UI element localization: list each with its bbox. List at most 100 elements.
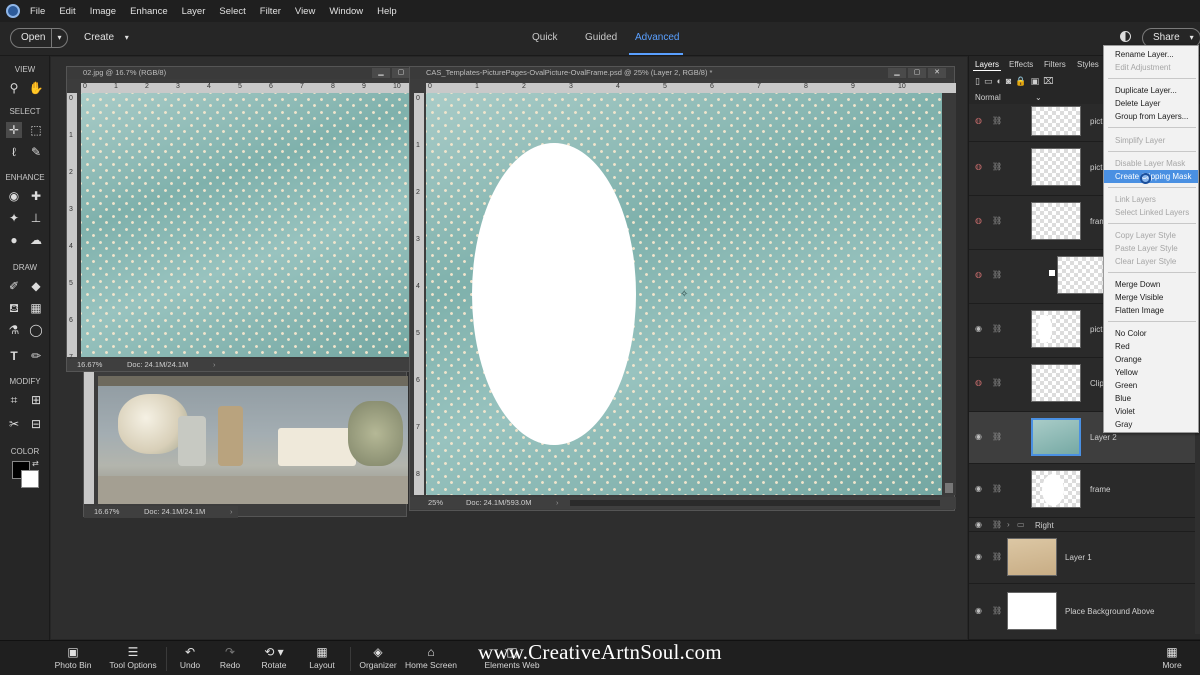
recompose-tool-icon[interactable]: ⊞ bbox=[28, 392, 44, 408]
menu-item-violet[interactable]: Violet bbox=[1104, 405, 1198, 418]
menu-item-blue[interactable]: Blue bbox=[1104, 392, 1198, 405]
zoom-level[interactable]: 16.67% bbox=[94, 506, 119, 518]
spot-healing-tool-icon[interactable]: ✚ bbox=[28, 188, 44, 204]
adjustment-icon[interactable]: ◐ bbox=[996, 76, 1005, 86]
organizer-button[interactable]: ◈ Organizer bbox=[358, 645, 398, 670]
hidden-eye-icon[interactable]: ◍ bbox=[975, 216, 982, 225]
eye-icon[interactable]: ◉ bbox=[975, 324, 982, 333]
link-icon[interactable]: ⛓ bbox=[992, 606, 1002, 615]
menu-item-merge-down[interactable]: Merge Down bbox=[1104, 278, 1198, 291]
mask-icon[interactable]: ◙ bbox=[1006, 76, 1015, 86]
menu-filter[interactable]: Filter bbox=[260, 6, 281, 17]
menu-item-orange[interactable]: Orange bbox=[1104, 353, 1198, 366]
menu-item-clear-layer-style[interactable]: Clear Layer Style bbox=[1104, 255, 1198, 268]
chevron-down-icon[interactable]: ▾ bbox=[51, 29, 61, 47]
home-screen-button[interactable]: ⌂ Home Screen bbox=[404, 645, 458, 670]
move-tool-icon[interactable]: ✛ bbox=[6, 122, 22, 138]
link-icon[interactable]: ⛓ bbox=[992, 552, 1002, 561]
lasso-tool-icon[interactable]: ℓ bbox=[6, 144, 22, 160]
eyedropper-tool-icon[interactable]: ⚗ bbox=[6, 322, 22, 338]
tab-styles[interactable]: Styles bbox=[1077, 60, 1099, 69]
minimize-button[interactable]: ▁ bbox=[888, 68, 906, 78]
close-button[interactable]: ✕ bbox=[928, 68, 946, 78]
image-canvas[interactable]: ✧ bbox=[426, 93, 942, 495]
layer-row[interactable]: ◉ ⛓ frame bbox=[969, 464, 1200, 518]
pencil-tool-icon[interactable]: ✏ bbox=[28, 348, 44, 364]
tab-effects[interactable]: Effects bbox=[1009, 60, 1033, 69]
zoom-level[interactable]: 25% bbox=[428, 497, 443, 509]
menu-item-red[interactable]: Red bbox=[1104, 340, 1198, 353]
menu-enhance[interactable]: Enhance bbox=[130, 6, 168, 17]
menu-item-duplicate-layer[interactable]: Duplicate Layer... bbox=[1104, 84, 1198, 97]
undo-button[interactable]: ↶ Undo bbox=[176, 645, 204, 670]
menu-item-disable-layer-mask[interactable]: Disable Layer Mask bbox=[1104, 157, 1198, 170]
tab-layers[interactable]: Layers bbox=[975, 60, 999, 69]
chevron-right-icon[interactable]: › bbox=[1007, 520, 1010, 529]
gradient-tool-icon[interactable]: ▦ bbox=[28, 300, 44, 316]
eye-icon[interactable]: ◉ bbox=[975, 520, 982, 529]
menu-item-copy-layer-style[interactable]: Copy Layer Style bbox=[1104, 229, 1198, 242]
content-aware-move-tool-icon[interactable]: ✂ bbox=[6, 416, 22, 432]
red-eye-tool-icon[interactable]: ◉ bbox=[6, 188, 22, 204]
menu-item-select-linked-layers[interactable]: Select Linked Layers bbox=[1104, 206, 1198, 219]
group-icon[interactable]: ▭ bbox=[984, 76, 997, 86]
hand-tool-icon[interactable]: ✋ bbox=[28, 80, 44, 96]
paint-bucket-tool-icon[interactable]: ⛾ bbox=[6, 300, 22, 316]
horizontal-scrollbar[interactable] bbox=[570, 500, 940, 506]
brush-tool-icon[interactable]: ✐ bbox=[6, 278, 22, 294]
menu-window[interactable]: Window bbox=[329, 6, 363, 17]
shape-tool-icon[interactable]: ◯ bbox=[28, 322, 44, 338]
menu-image[interactable]: Image bbox=[90, 6, 116, 17]
menu-file[interactable]: File bbox=[30, 6, 45, 17]
lock-all-icon[interactable]: ▣ bbox=[1031, 76, 1044, 86]
layer-row[interactable]: ◉ ⛓ Layer 1 bbox=[969, 532, 1200, 584]
menu-item-edit-adjustment[interactable]: Edit Adjustment bbox=[1104, 61, 1198, 74]
layout-button[interactable]: ▦ Layout bbox=[306, 645, 338, 670]
swap-colors-icon[interactable]: ⇄ bbox=[32, 459, 39, 468]
background-color-swatch[interactable] bbox=[21, 470, 39, 488]
eye-icon[interactable]: ◉ bbox=[975, 552, 982, 561]
hidden-eye-icon[interactable]: ◍ bbox=[975, 270, 982, 279]
eye-icon[interactable]: ◉ bbox=[975, 432, 982, 441]
menu-item-delete-layer[interactable]: Delete Layer bbox=[1104, 97, 1198, 110]
document-window-template[interactable]: CAS_Templates-PicturePages-OvalPicture-O… bbox=[409, 66, 956, 511]
menu-item-merge-visible[interactable]: Merge Visible bbox=[1104, 291, 1198, 304]
menu-item-create-clipping-mask[interactable]: Create Clipping Mask bbox=[1104, 170, 1198, 183]
menu-edit[interactable]: Edit bbox=[59, 6, 75, 17]
link-icon[interactable]: ⛓ bbox=[992, 116, 1002, 125]
link-icon[interactable]: ⛓ bbox=[992, 162, 1002, 171]
tab-advanced[interactable]: Advanced bbox=[635, 32, 679, 43]
image-canvas[interactable] bbox=[81, 93, 412, 357]
eraser-tool-icon[interactable]: ◆ bbox=[28, 278, 44, 294]
straighten-tool-icon[interactable]: ⊟ bbox=[28, 416, 44, 432]
menu-view[interactable]: View bbox=[295, 6, 315, 17]
link-icon[interactable]: ⛓ bbox=[992, 520, 1002, 529]
rotate-button[interactable]: ⟲ ▾ Rotate bbox=[256, 645, 292, 670]
lock-icon[interactable]: 🔒 bbox=[1015, 76, 1030, 86]
layer-row[interactable]: ◉ ⛓ Place Background Above bbox=[969, 584, 1200, 640]
vertical-scrollbar[interactable] bbox=[942, 93, 956, 495]
tab-quick[interactable]: Quick bbox=[532, 32, 558, 43]
menu-help[interactable]: Help bbox=[377, 6, 397, 17]
eye-icon[interactable]: ◉ bbox=[975, 484, 982, 493]
link-icon[interactable]: ⛓ bbox=[992, 216, 1002, 225]
chevron-right-icon[interactable]: › bbox=[230, 506, 233, 518]
menu-item-paste-layer-style[interactable]: Paste Layer Style bbox=[1104, 242, 1198, 255]
clone-stamp-tool-icon[interactable]: ⊥ bbox=[28, 210, 44, 226]
theme-toggle-icon[interactable] bbox=[1120, 31, 1131, 42]
menu-item-link-layers[interactable]: Link Layers bbox=[1104, 193, 1198, 206]
hidden-eye-icon[interactable]: ◍ bbox=[975, 162, 982, 171]
quick-selection-tool-icon[interactable]: ✎ bbox=[28, 144, 44, 160]
delete-icon[interactable]: ⌧ bbox=[1043, 76, 1057, 86]
link-icon[interactable]: ⛓ bbox=[992, 432, 1002, 441]
blur-tool-icon[interactable]: ● bbox=[6, 232, 22, 248]
open-button[interactable]: Open ▾ bbox=[10, 28, 69, 48]
tab-filters[interactable]: Filters bbox=[1044, 60, 1066, 69]
link-icon[interactable]: ⛓ bbox=[992, 270, 1002, 279]
zoom-tool-icon[interactable]: ⚲ bbox=[6, 80, 22, 96]
link-icon[interactable]: ⛓ bbox=[992, 324, 1002, 333]
sponge-tool-icon[interactable]: ☁ bbox=[28, 232, 44, 248]
more-button[interactable]: ▦ More bbox=[1158, 645, 1186, 670]
chevron-right-icon[interactable]: › bbox=[213, 359, 216, 371]
link-icon[interactable]: ⛓ bbox=[992, 378, 1002, 387]
